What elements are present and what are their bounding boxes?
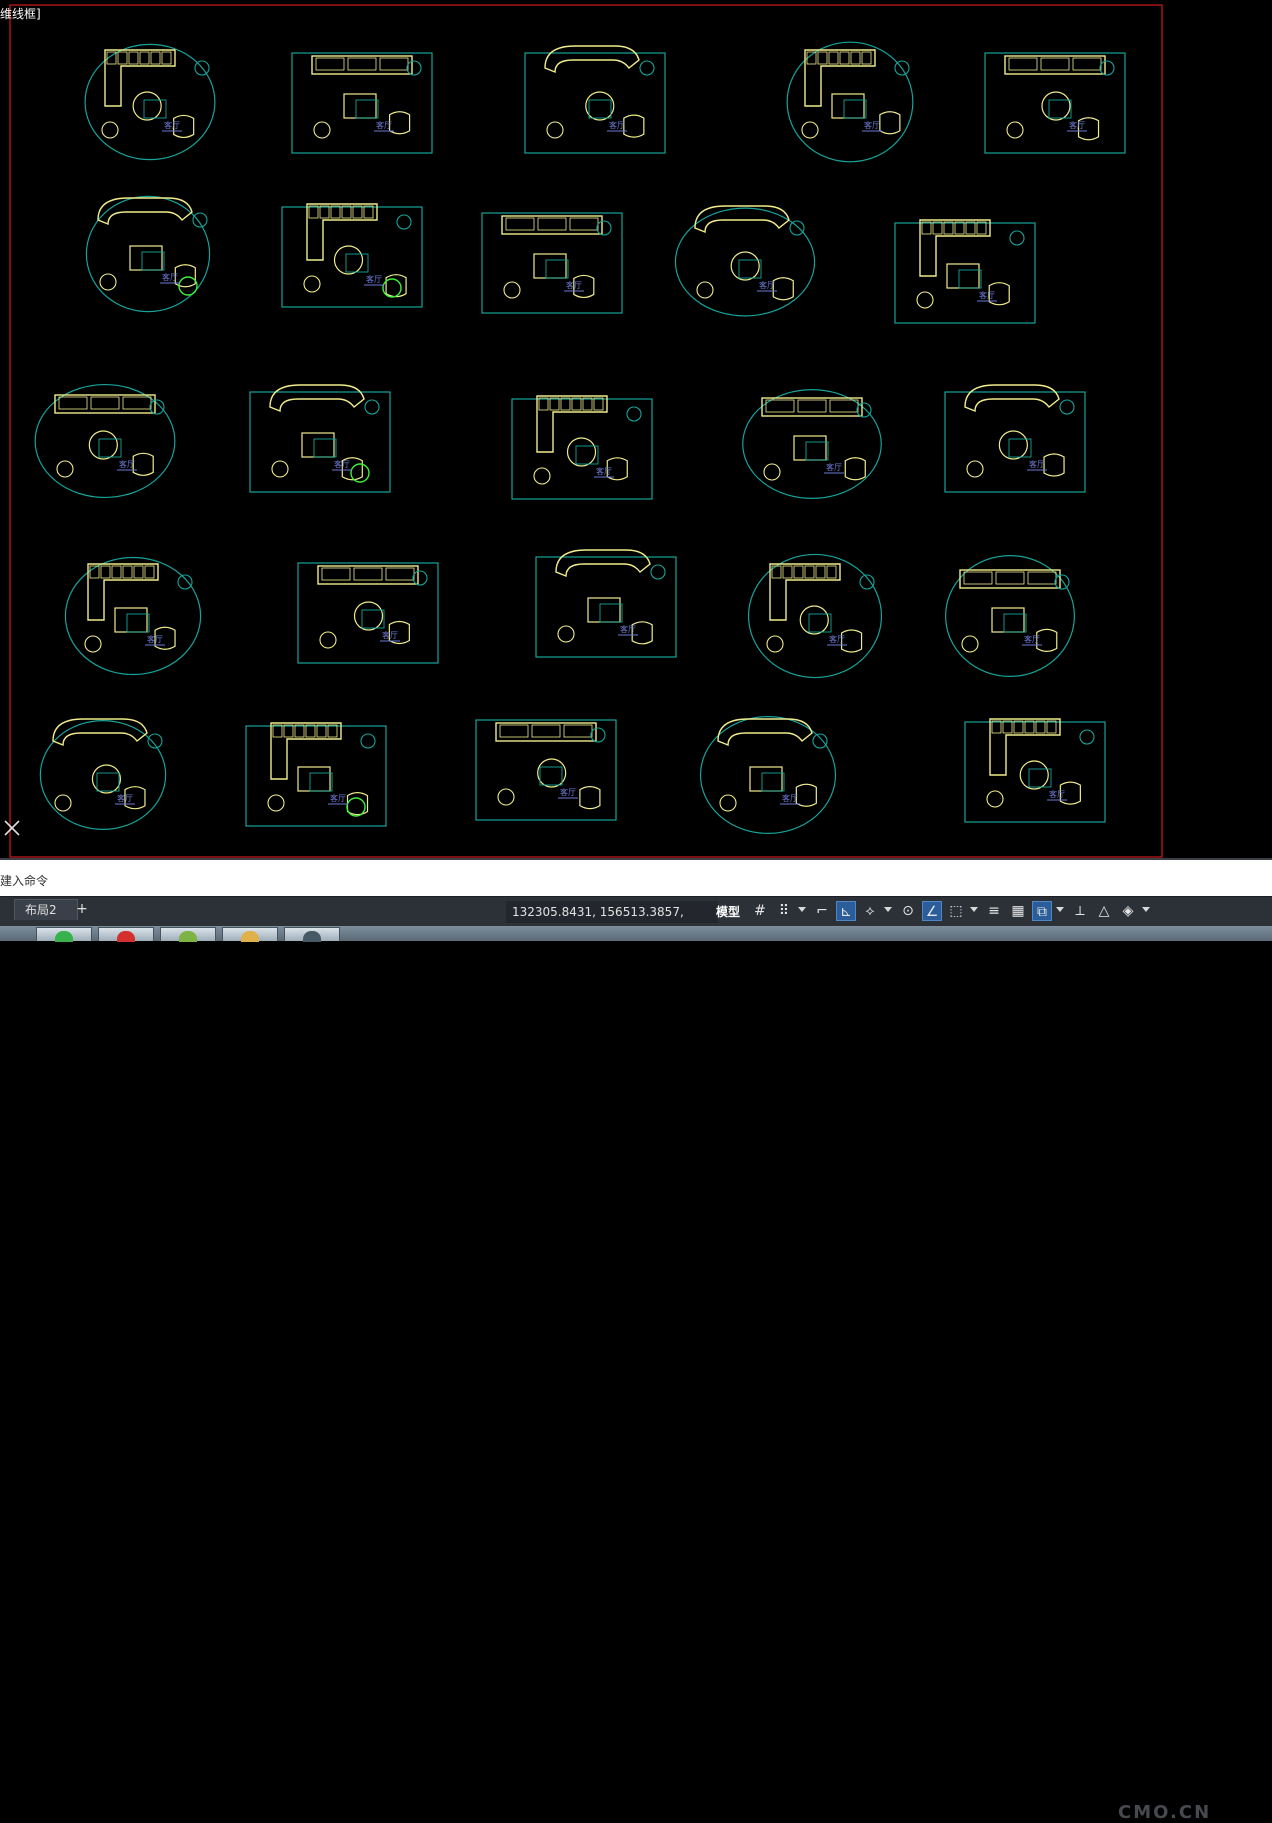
command-prompt: 建入命令 [0, 874, 49, 888]
close-icon[interactable] [2, 818, 22, 838]
command-line[interactable]: 建入命令 [0, 858, 1272, 898]
furniture-plan-16[interactable]: 客厅 [64, 556, 202, 676]
chevron-down-icon[interactable] [970, 907, 978, 912]
furniture-plan-22[interactable]: 客厅 [245, 722, 387, 827]
3d-snap-icon[interactable]: ⧉ [1032, 901, 1052, 921]
ortho-icon[interactable]: ⌐ [812, 901, 832, 921]
furniture-plan-17[interactable]: 客厅 [297, 562, 439, 664]
svg-text:客厅: 客厅 [164, 120, 180, 130]
svg-text:客厅: 客厅 [759, 280, 775, 290]
svg-text:客厅: 客厅 [147, 634, 163, 644]
svg-text:客厅: 客厅 [864, 120, 880, 130]
furniture-plan-11[interactable]: 客厅 [34, 383, 176, 499]
furniture-plan-20[interactable]: 客厅 [945, 555, 1075, 677]
svg-text:客厅: 客厅 [609, 120, 625, 130]
furniture-plan-14[interactable]: 客厅 [742, 389, 882, 499]
svg-text:客厅: 客厅 [376, 120, 392, 130]
furniture-plan-15[interactable]: 客厅 [944, 384, 1086, 493]
cad-file-app[interactable] [284, 927, 340, 942]
selection-cycling-icon[interactable]: ▦ [1008, 901, 1028, 921]
svg-text:客厅: 客厅 [334, 459, 350, 469]
svg-text:客厅: 客厅 [620, 624, 636, 634]
windows-taskbar [0, 926, 1272, 942]
svg-text:客厅: 客厅 [596, 466, 612, 476]
svg-text:客厅: 客厅 [560, 787, 576, 797]
snap-icon[interactable]: ⠿ [774, 901, 794, 921]
furniture-plan-24[interactable]: 客厅 [699, 715, 837, 835]
model-space-toggle[interactable]: 模型 [716, 901, 740, 923]
transparency-icon[interactable]: ≡ [984, 901, 1004, 921]
chevron-down-icon[interactable] [798, 907, 806, 912]
coordinate-readout[interactable]: 132305.8431, 156513.3857, 0.0000 [506, 901, 718, 941]
viewport-controls-label[interactable]: 维线框] [0, 7, 41, 21]
furniture-plan-9[interactable]: 客厅 [674, 205, 816, 317]
tab-layout2[interactable]: 布局2 [14, 899, 78, 920]
svg-text:客厅: 客厅 [330, 793, 346, 803]
cad-drawing[interactable]: 客厅 客厅 客厅 客厅 客厅客厅 客厅客厅 客厅客厅客厅 客厅客厅 客厅 客厅客厅 客厅客厅客厅 客厅… [0, 0, 1272, 858]
furniture-plan-21[interactable]: 客厅 [39, 718, 167, 830]
furniture-plan-6[interactable]: 客厅 [85, 195, 211, 313]
furniture-plan-10[interactable]: 客厅 [894, 219, 1036, 324]
furniture-plan-19[interactable]: 客厅 [747, 553, 883, 679]
lineweight-icon[interactable]: ⬚ [946, 901, 966, 921]
file-explorer-app-icon [241, 931, 259, 942]
svg-text:客厅: 客厅 [1024, 634, 1040, 644]
svg-text:客厅: 客厅 [979, 290, 995, 300]
svg-text:客厅: 客厅 [162, 272, 178, 282]
object-snap-icon[interactable]: ∠ [922, 901, 942, 921]
workspace-icon[interactable]: △ [1094, 901, 1114, 921]
svg-text:客厅: 客厅 [1069, 120, 1085, 130]
furniture-plan-13[interactable]: 客厅 [511, 395, 653, 500]
360-browser-app[interactable] [160, 927, 216, 942]
file-explorer-app[interactable] [222, 927, 278, 942]
wechat-app[interactable] [36, 927, 92, 942]
svg-text:客厅: 客厅 [782, 793, 798, 803]
autocad-app-icon [117, 931, 135, 942]
grid-icon[interactable]: # [750, 901, 770, 921]
svg-text:客厅: 客厅 [829, 634, 845, 644]
svg-text:客厅: 客厅 [382, 630, 398, 640]
svg-text:客厅: 客厅 [566, 280, 582, 290]
chevron-down-icon[interactable] [1056, 907, 1064, 912]
furniture-plan-25[interactable]: 客厅 [964, 718, 1106, 823]
add-layout-button[interactable]: + [72, 899, 92, 919]
svg-text:客厅: 客厅 [119, 459, 135, 469]
autocad-app[interactable] [98, 927, 154, 942]
furniture-plan-2[interactable]: 客厅 [291, 52, 433, 154]
furniture-plan-5[interactable]: 客厅 [984, 52, 1126, 154]
hardware-accel-icon[interactable]: ◈ [1118, 901, 1138, 921]
furniture-plan-1[interactable]: 客厅 [84, 43, 216, 161]
annotation-icon[interactable]: ⟂ [1070, 901, 1090, 921]
drawing-border [9, 4, 1163, 858]
cad-file-app-icon [303, 931, 321, 942]
watermark: CMO.CN [1118, 1802, 1212, 1823]
furniture-plan-4[interactable]: 客厅 [786, 41, 914, 163]
furniture-plan-8[interactable]: 客厅 [481, 212, 623, 314]
isometric-icon[interactable]: ⟡ [860, 901, 880, 921]
model-viewport[interactable]: 客厅 客厅 客厅 客厅 客厅 客厅 客厅 客厅 客厅 客厅 客厅 客厅 客厅 客厅 客厅 客厅 客厅 客厅 客厅 客厅… [0, 0, 1272, 858]
chevron-down-icon[interactable] [1142, 907, 1150, 912]
furniture-plan-18[interactable]: 客厅 [535, 549, 677, 658]
svg-text:客厅: 客厅 [826, 462, 842, 472]
furniture-plan-7[interactable]: 客厅 [281, 203, 423, 308]
object-track-icon[interactable]: ⊙ [898, 901, 918, 921]
svg-text:客厅: 客厅 [117, 793, 133, 803]
furniture-plan-3[interactable]: 客厅 [524, 45, 666, 154]
status-bar: 布局2 + 132305.8431, 156513.3857, 0.0000 模… [0, 896, 1272, 1823]
svg-text:客厅: 客厅 [366, 274, 382, 284]
svg-text:客厅: 客厅 [1049, 789, 1065, 799]
furniture-plan-23[interactable]: 客厅 [475, 719, 617, 821]
polar-icon[interactable]: ⊾ [836, 901, 856, 921]
360-browser-app-icon [179, 931, 197, 942]
furniture-plan-12[interactable]: 客厅 [249, 384, 391, 493]
chevron-down-icon[interactable] [884, 907, 892, 912]
wechat-app-icon [55, 931, 73, 942]
svg-text:客厅: 客厅 [1029, 459, 1045, 469]
